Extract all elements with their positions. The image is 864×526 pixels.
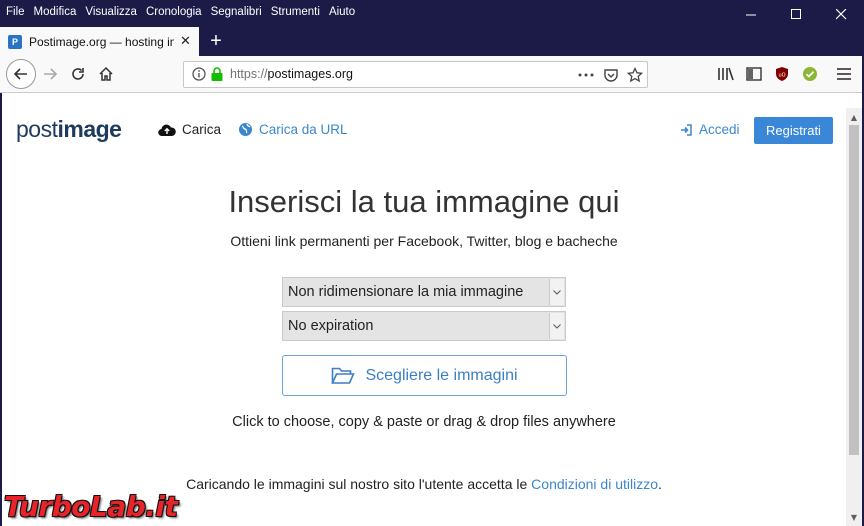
scroll-down-icon[interactable]: ▼ — [846, 510, 862, 524]
info-icon[interactable] — [192, 67, 206, 84]
address-bar[interactable]: https://postimages.org — [183, 61, 648, 88]
sidebar-icon[interactable] — [740, 60, 768, 88]
chevron-down-icon[interactable] — [549, 313, 564, 339]
scroll-up-icon[interactable]: ▲ — [846, 110, 862, 124]
nav-carica-url[interactable]: Carica da URL — [238, 122, 348, 137]
globe-icon — [239, 123, 252, 136]
close-icon[interactable] — [819, 0, 864, 28]
browser-titlebar: File Modifica Visualizza Cronologia Segn… — [0, 0, 864, 56]
menu-visualizza[interactable]: Visualizza — [85, 6, 137, 18]
registrati-button[interactable]: Registrati — [754, 117, 833, 144]
forward-icon[interactable] — [36, 60, 64, 88]
resize-select-value: Non ridimensionare la mia immagine — [288, 284, 524, 300]
minimize-icon[interactable] — [729, 0, 774, 28]
nav-carica[interactable]: Carica — [158, 122, 221, 137]
page-content: postimage Carica Carica da URL Accedi Re… — [2, 108, 846, 526]
lock-icon[interactable] — [210, 67, 224, 85]
logo-light-text: post — [16, 116, 58, 142]
menu-cronologia[interactable]: Cronologia — [146, 6, 202, 18]
ublock-origin-icon[interactable]: uO — [768, 60, 796, 88]
page-title: Inserisci la tua immagine qui — [228, 184, 620, 219]
chevron-down-icon[interactable] — [549, 279, 564, 305]
hamburger-menu-icon[interactable] — [830, 60, 858, 88]
window-controls — [729, 0, 864, 28]
sign-in-icon — [681, 123, 692, 136]
nav-accedi[interactable]: Accedi — [680, 122, 740, 137]
logo-bold-text: image — [57, 116, 122, 142]
scrollbar-thumb[interactable] — [849, 125, 859, 455]
tab-close-icon[interactable]: ✕ — [180, 34, 191, 49]
nav-carica-label: Carica — [182, 122, 222, 137]
url-protocol: https:// — [230, 67, 268, 81]
site-favicon-icon: P — [8, 34, 22, 49]
choose-images-button[interactable]: Scegliere le immagini — [282, 355, 567, 396]
tab-postimage[interactable]: P Postimage.org — hosting imma ✕ — [0, 27, 199, 56]
bookmark-star-icon[interactable] — [626, 66, 644, 84]
turbolab-watermark: TurboLab.it — [4, 490, 178, 523]
expiration-select-value: No expiration — [288, 318, 374, 334]
cloud-upload-icon — [158, 124, 176, 136]
pocket-icon[interactable] — [602, 66, 620, 84]
terms-prefix: Caricando le immagini sul nostro sito l'… — [186, 476, 532, 492]
home-icon[interactable] — [92, 60, 120, 88]
page-subtitle: Ottieni link permanenti per Facebook, Tw… — [230, 233, 618, 249]
terms-link[interactable]: Condizioni di utilizzo — [531, 476, 658, 492]
url-host: postimages.org — [267, 67, 353, 81]
nav-accedi-label: Accedi — [699, 122, 740, 137]
menu-bar: File Modifica Visualizza Cronologia Segn… — [0, 0, 364, 24]
page-top-area — [2, 93, 862, 108]
terms-suffix: . — [658, 476, 662, 492]
extension-check-icon[interactable] — [796, 60, 824, 88]
menu-modifica[interactable]: Modifica — [34, 6, 77, 18]
url-text[interactable]: https://postimages.org — [230, 67, 353, 81]
folder-open-icon — [331, 367, 356, 384]
expiration-select[interactable]: No expiration — [282, 311, 566, 341]
menu-strumenti[interactable]: Strumenti — [271, 6, 320, 18]
choose-images-label: Scegliere le immagini — [365, 366, 518, 384]
menu-file[interactable]: File — [6, 6, 25, 18]
page-actions-icon[interactable] — [577, 66, 595, 84]
library-icon[interactable] — [712, 60, 740, 88]
tab-title: Postimage.org — hosting imma — [29, 34, 174, 49]
svg-text:uO: uO — [778, 73, 785, 79]
upload-hint: Click to choose, copy & paste or drag & … — [232, 414, 616, 430]
reload-icon[interactable] — [64, 60, 92, 88]
nav-carica-url-label: Carica da URL — [259, 122, 348, 137]
new-tab-icon[interactable]: + — [204, 29, 228, 53]
resize-select[interactable]: Non ridimensionare la mia immagine — [282, 277, 566, 307]
maximize-icon[interactable] — [774, 0, 819, 28]
postimage-logo[interactable]: postimage — [16, 116, 122, 143]
back-button[interactable] — [6, 59, 36, 89]
menu-segnalibri[interactable]: Segnalibri — [211, 6, 262, 18]
vertical-scrollbar[interactable]: ▲ ▼ — [846, 108, 862, 526]
menu-aiuto[interactable]: Aiuto — [329, 6, 355, 18]
navigation-toolbar: https://postimages.org uO — [0, 56, 864, 93]
